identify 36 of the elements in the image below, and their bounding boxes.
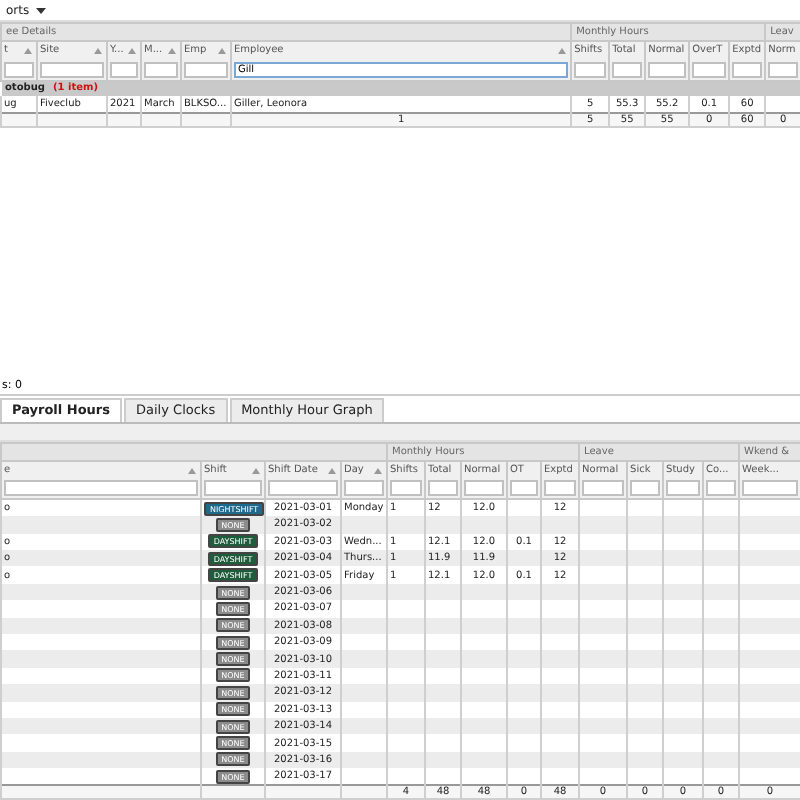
filter-field[interactable] [4, 480, 198, 497]
sort-arrow-icon [252, 467, 260, 474]
filter-field[interactable] [428, 480, 458, 497]
sort-arrow-icon [128, 48, 136, 54]
filter-field[interactable] [630, 480, 661, 497]
filter-field[interactable] [732, 61, 763, 77]
filter-field[interactable] [110, 61, 138, 77]
filter-field[interactable] [464, 480, 504, 497]
filter-field[interactable] [144, 61, 178, 77]
filter-field[interactable] [574, 61, 607, 77]
sort-arrow-icon [188, 467, 196, 474]
filter-field[interactable] [204, 480, 262, 497]
sort-arrow-icon [94, 48, 102, 54]
filter-field[interactable] [742, 480, 799, 497]
sort-arrow-icon [24, 48, 32, 54]
filter-field[interactable] [184, 61, 228, 77]
filter-field[interactable] [612, 61, 643, 77]
caret-icon [35, 7, 46, 13]
filter-field[interactable] [544, 480, 577, 497]
filter-field[interactable] [344, 480, 384, 497]
sort-arrow-icon [218, 48, 226, 54]
filter-field[interactable] [510, 480, 538, 497]
filter-field[interactable] [268, 480, 338, 497]
sort-arrow-icon [558, 48, 567, 54]
sort-arrow-icon [168, 48, 176, 54]
filter-field[interactable] [390, 480, 422, 497]
filter-field[interactable] [648, 61, 687, 77]
filter-field[interactable] [40, 61, 104, 77]
sort-arrow-icon [328, 467, 336, 474]
filter-field[interactable] [582, 480, 625, 497]
filter-field[interactable] [768, 61, 799, 77]
filter-field[interactable] [706, 480, 737, 497]
filter-field[interactable] [666, 480, 701, 497]
filter-field[interactable] [692, 61, 727, 77]
filter-field[interactable] [4, 61, 34, 77]
sort-arrow-icon [374, 467, 382, 474]
